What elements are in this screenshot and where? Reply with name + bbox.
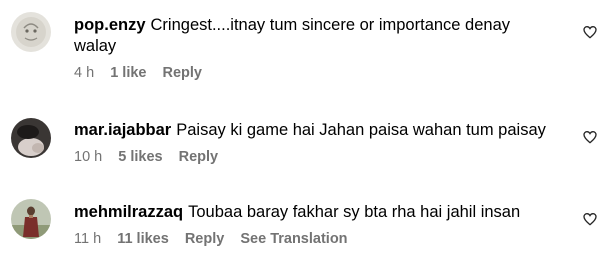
comment-time: 10 h (74, 149, 103, 165)
comment-likes[interactable]: 11 likes (117, 231, 169, 247)
avatar[interactable] (11, 118, 51, 158)
avatar[interactable] (11, 199, 51, 239)
reply-button[interactable]: Reply (185, 231, 225, 247)
heart-outline-icon[interactable] (582, 129, 598, 145)
reply-button[interactable]: Reply (163, 65, 203, 81)
comment-item: pop.enzy Cringest....itnay tum sincere or… (0, 0, 604, 95)
heart-outline-icon[interactable] (582, 211, 598, 227)
comment-meta: 10 h 5 likes Reply (74, 149, 554, 165)
heart-outline-icon[interactable] (582, 24, 598, 40)
comment-time: 4 h (74, 65, 95, 81)
comment-username[interactable]: mehmilrazzaq (74, 203, 183, 221)
see-translation-button[interactable]: See Translation (240, 231, 347, 247)
comment-likes[interactable]: 5 likes (118, 149, 162, 165)
comment-text: mehmilrazzaq Toubaa baray fakhar sy bta r… (74, 202, 554, 223)
comment-item: mar.iajabbar Paisay ki game hai Jahan pai… (0, 100, 604, 180)
comment-item: mehmilrazzaq Toubaa baray fakhar sy bta r… (0, 183, 604, 273)
comment-likes[interactable]: 1 like (110, 65, 146, 81)
comment-meta: 11 h 11 likes Reply See Translation (74, 231, 554, 247)
comment-username[interactable]: mar.iajabbar (74, 121, 171, 139)
comment-username[interactable]: pop.enzy (74, 16, 146, 34)
comment-body: Paisay ki game hai Jahan paisa wahan tum… (176, 121, 546, 139)
comment-time: 11 h (74, 231, 102, 247)
comment-meta: 4 h 1 like Reply (74, 65, 554, 81)
avatar[interactable] (11, 12, 51, 52)
comment-text: pop.enzy Cringest....itnay tum sincere or… (74, 15, 554, 57)
comment-text: mar.iajabbar Paisay ki game hai Jahan pai… (74, 120, 554, 141)
comment-body: Toubaa baray fakhar sy bta rha hai jahil… (188, 203, 521, 221)
reply-button[interactable]: Reply (179, 149, 219, 165)
